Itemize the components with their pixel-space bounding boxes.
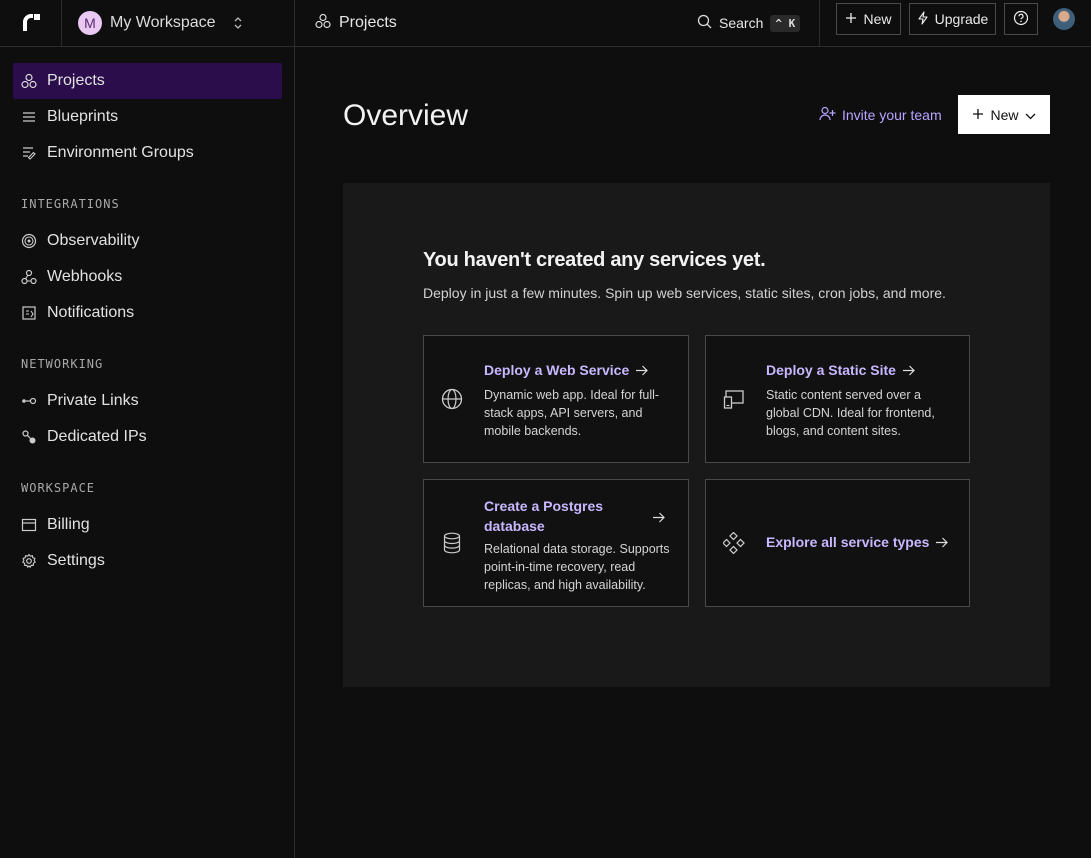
- workspace-switcher[interactable]: M My Workspace: [62, 0, 295, 46]
- sidebar-item-label: Observability: [47, 232, 140, 249]
- sidebar-item-settings[interactable]: Settings: [13, 543, 282, 579]
- sidebar-item-label: Environment Groups: [47, 144, 194, 161]
- arrow-right-icon: [652, 510, 665, 528]
- card-title-text: Explore all service types: [766, 534, 930, 550]
- section-label-networking: NETWORKING: [21, 357, 104, 371]
- list-icon: [21, 109, 37, 125]
- arrow-right-icon: [935, 537, 949, 548]
- user-avatar[interactable]: [1053, 8, 1075, 30]
- plus-icon: [972, 107, 984, 123]
- lightning-icon: [917, 10, 929, 28]
- workspace-name: My Workspace: [110, 14, 216, 31]
- search-button[interactable]: Search ^ K: [697, 9, 801, 37]
- sidebar-item-label: Webhooks: [47, 268, 123, 285]
- card-title-text: Deploy a Web Service: [484, 362, 630, 378]
- search-shortcut: ^ K: [770, 14, 801, 32]
- service-types-icon: [722, 531, 746, 555]
- empty-state-panel: You haven't created any services yet. De…: [343, 183, 1050, 687]
- upgrade-button[interactable]: Upgrade: [909, 3, 996, 35]
- notifications-icon: [21, 305, 37, 321]
- sidebar-item-label: Billing: [47, 516, 90, 533]
- deploy-static-site-card[interactable]: Deploy a Static Site Static content serv…: [705, 335, 970, 463]
- new-label: New: [863, 11, 892, 27]
- new-button[interactable]: New: [836, 3, 901, 35]
- sidebar-item-label: Private Links: [47, 392, 139, 409]
- sidebar-item-observability[interactable]: Observability: [13, 223, 282, 259]
- card-description: Static content served over a global CDN.…: [766, 388, 935, 438]
- empty-state-subtitle: Deploy in just a few minutes. Spin up we…: [423, 285, 946, 301]
- breadcrumb[interactable]: Projects: [315, 0, 397, 46]
- webhook-icon: [21, 269, 37, 285]
- user-plus-icon: [819, 106, 836, 124]
- top-bar: M My Workspace Projects Search ^ K New U…: [0, 0, 1091, 47]
- private-link-icon: [21, 393, 37, 409]
- page-title: Overview: [343, 99, 469, 132]
- section-label-integrations: INTEGRATIONS: [21, 197, 120, 211]
- arrow-right-icon: [635, 365, 649, 376]
- card-title-text: Create a Postgres database: [484, 498, 604, 534]
- projects-icon: [21, 73, 37, 89]
- globe-icon: [440, 387, 464, 411]
- static-site-icon: [722, 387, 746, 411]
- sidebar-item-projects[interactable]: Projects: [13, 63, 282, 99]
- upgrade-label: Upgrade: [934, 11, 989, 27]
- sidebar-item-label: Settings: [47, 552, 105, 569]
- explore-service-types-card[interactable]: Explore all service types: [705, 479, 970, 607]
- sidebar-item-private-links[interactable]: Private Links: [13, 383, 282, 419]
- help-button[interactable]: [1004, 3, 1038, 35]
- invite-label: Invite your team: [842, 107, 942, 123]
- sidebar-item-notifications[interactable]: Notifications: [13, 295, 282, 331]
- card-title: Deploy a Web Service: [484, 362, 649, 378]
- card-title-text: Deploy a Static Site: [766, 362, 896, 378]
- chevron-down-icon: [1025, 107, 1036, 123]
- card-title: Create a Postgres database: [484, 496, 624, 536]
- dedicated-ip-icon: [21, 429, 37, 445]
- new-service-button[interactable]: New: [958, 95, 1050, 134]
- sidebar-item-label: Notifications: [47, 304, 135, 321]
- projects-icon: [315, 13, 331, 34]
- new-label: New: [990, 106, 1019, 123]
- billing-icon: [21, 517, 37, 533]
- env-groups-icon: [21, 145, 37, 161]
- empty-state-title: You haven't created any services yet.: [423, 249, 766, 271]
- create-postgres-card[interactable]: Create a Postgres database Relational da…: [423, 479, 689, 607]
- sidebar-item-blueprints[interactable]: Blueprints: [13, 99, 282, 135]
- card-description: Relational data storage. Supports point-…: [484, 542, 670, 592]
- search-icon: [697, 14, 712, 32]
- breadcrumb-label: Projects: [339, 14, 397, 31]
- workspace-avatar: M: [78, 11, 102, 35]
- search-label: Search: [719, 15, 764, 31]
- sidebar-item-dedicated-ips[interactable]: Dedicated IPs: [13, 419, 282, 455]
- sidebar: Projects Blueprints Environment Groups I…: [0, 47, 295, 858]
- card-title: Deploy a Static Site: [766, 362, 915, 378]
- chevron-updown-icon: [232, 16, 244, 30]
- sidebar-item-webhooks[interactable]: Webhooks: [13, 259, 282, 295]
- card-title: Explore all service types: [766, 534, 949, 550]
- arrow-right-icon: [902, 365, 915, 376]
- gear-icon: [21, 553, 37, 569]
- sidebar-item-label: Dedicated IPs: [47, 428, 147, 445]
- help-icon: [1013, 10, 1029, 29]
- sidebar-item-billing[interactable]: Billing: [13, 507, 282, 543]
- observability-icon: [21, 233, 37, 249]
- logo[interactable]: [0, 0, 62, 46]
- sidebar-item-label: Projects: [47, 72, 105, 89]
- plus-icon: [845, 11, 857, 27]
- sidebar-item-label: Blueprints: [47, 108, 119, 125]
- section-label-workspace: WORKSPACE: [21, 481, 96, 495]
- sidebar-item-environment-groups[interactable]: Environment Groups: [13, 135, 282, 171]
- deploy-web-service-card[interactable]: Deploy a Web Service Dynamic web app. Id…: [423, 335, 689, 463]
- invite-team-button[interactable]: Invite your team: [819, 104, 942, 126]
- render-logo-icon: [22, 14, 40, 31]
- main-content: Overview Invite your team New You haven'…: [296, 47, 1091, 858]
- database-icon: [440, 531, 464, 555]
- divider: [819, 0, 820, 46]
- card-description: Dynamic web app. Ideal for full-stack ap…: [484, 388, 660, 438]
